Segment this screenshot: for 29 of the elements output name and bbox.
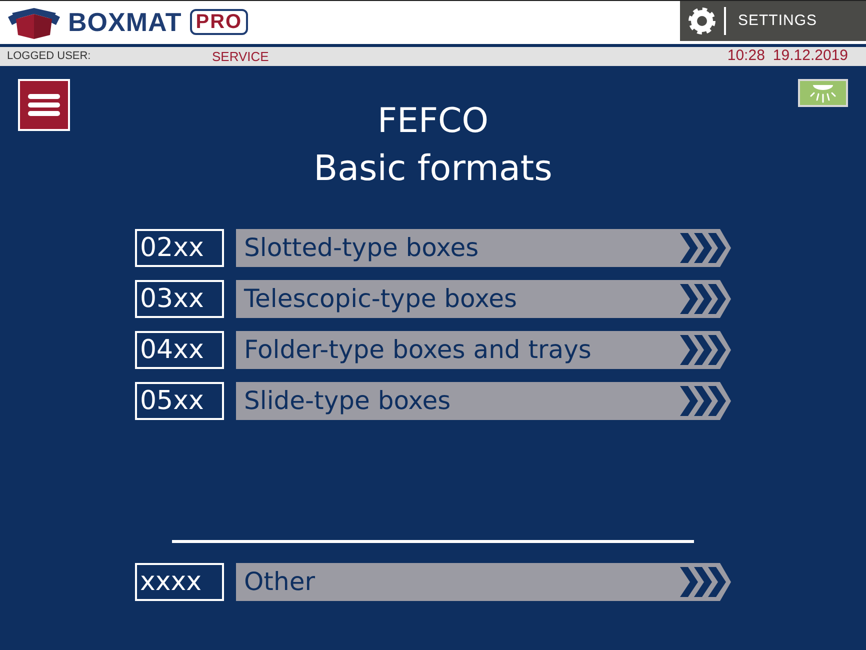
triple-chevron-icon xyxy=(680,386,726,416)
ceiling-lamp-icon xyxy=(810,83,836,103)
format-code-box: xxxx xyxy=(135,563,224,601)
page-subtitle: Basic formats xyxy=(312,148,554,191)
settings-button[interactable]: SETTINGS xyxy=(680,1,866,41)
format-code-box: 04xx xyxy=(135,331,224,369)
format-button[interactable]: Telescopic-type boxes xyxy=(236,280,731,318)
menu-icon xyxy=(28,94,60,116)
brand-name: BOXMAT xyxy=(68,9,182,35)
triple-chevron-icon xyxy=(680,335,726,365)
logged-user-label: LOGGED USER: xyxy=(6,49,92,64)
format-button[interactable]: Slide-type boxes xyxy=(236,382,731,420)
format-button[interactable]: Folder-type boxes and trays xyxy=(236,331,731,369)
triple-chevron-icon xyxy=(680,284,726,314)
pro-badge: PRO xyxy=(190,9,248,35)
box-logo-icon xyxy=(8,5,60,39)
settings-icon xyxy=(688,7,716,35)
format-button[interactable]: Other xyxy=(236,563,731,601)
user-name: SERVICE xyxy=(212,48,270,66)
format-code-box: 03xx xyxy=(135,280,224,318)
menu-button[interactable] xyxy=(18,79,70,131)
format-button[interactable]: Slotted-type boxes xyxy=(236,229,731,267)
format-code-box: 05xx xyxy=(135,382,224,420)
triple-chevron-icon xyxy=(680,233,726,263)
clock-time: 10:28 xyxy=(727,46,765,66)
format-code-box: 02xx xyxy=(135,229,224,267)
date-text: 19.12.2019 xyxy=(772,46,848,66)
triple-chevron-icon xyxy=(680,567,726,597)
page-title: FEFCO xyxy=(376,101,490,141)
